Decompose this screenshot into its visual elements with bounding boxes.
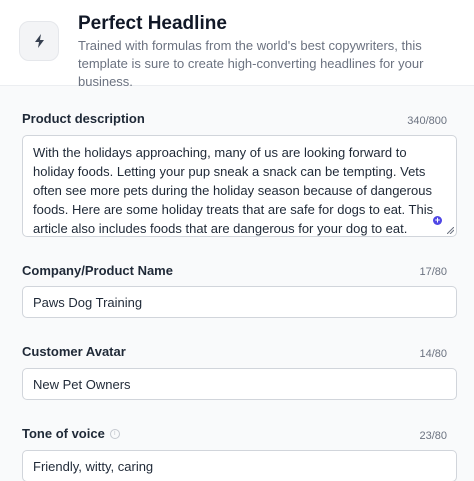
company-name-label-text: Company/Product Name	[22, 263, 173, 278]
lightning-bolt-icon	[34, 34, 44, 48]
tone-of-voice-label-text: Tone of voice	[22, 426, 105, 441]
product-description-counter: 340/800	[407, 115, 447, 127]
product-description-value: With the holidays approaching, many of u…	[33, 145, 434, 236]
company-name-value: Paws Dog Training	[33, 294, 143, 310]
product-description-label: Product description	[22, 111, 145, 126]
company-name-label: Company/Product Name	[22, 263, 173, 278]
template-icon-box	[19, 21, 59, 61]
resize-handle-icon[interactable]	[447, 227, 454, 234]
tone-of-voice-value: Friendly, witty, caring	[33, 458, 154, 474]
tone-of-voice-label: Tone of voice i	[22, 426, 120, 441]
customer-avatar-input[interactable]: New Pet Owners	[22, 368, 457, 400]
tone-of-voice-counter: 23/80	[419, 430, 447, 442]
customer-avatar-value: New Pet Owners	[33, 376, 131, 392]
info-icon[interactable]: i	[109, 428, 120, 439]
customer-avatar-label: Customer Avatar	[22, 344, 126, 359]
product-description-textarea[interactable]: With the holidays approaching, many of u…	[22, 135, 457, 237]
template-subtitle: Trained with formulas from the world's b…	[78, 38, 424, 89]
customer-avatar-label-text: Customer Avatar	[22, 344, 126, 359]
customer-avatar-counter: 14/80	[419, 348, 447, 360]
plus-circle-icon[interactable]: +	[433, 216, 442, 225]
template-header: Perfect Headline Trained with formulas f…	[0, 0, 474, 89]
template-title: Perfect Headline	[78, 13, 227, 34]
tone-of-voice-input[interactable]: Friendly, witty, caring	[22, 450, 457, 481]
company-name-input[interactable]: Paws Dog Training	[22, 286, 457, 318]
company-name-counter: 17/80	[419, 266, 447, 278]
product-description-label-text: Product description	[22, 111, 145, 126]
